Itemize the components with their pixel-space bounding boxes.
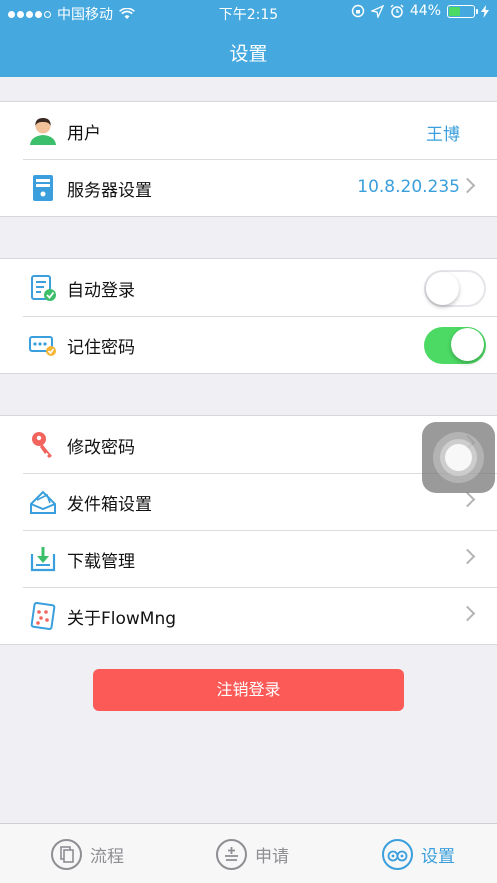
- account-group: 用户 王博 服务器设置 10.8.20.235: [0, 101, 497, 217]
- tab-settings-label: 设置: [421, 846, 455, 867]
- chevron-right-icon: [459, 548, 476, 565]
- remember-password-label: 记住密码: [67, 338, 135, 358]
- chevron-right-icon: [459, 491, 476, 508]
- logout-button[interactable]: 注销登录: [93, 669, 404, 711]
- outbox-settings-label: 发件箱设置: [67, 495, 152, 515]
- chevron-right-icon: [459, 177, 476, 194]
- outbox-icon: [30, 490, 56, 514]
- change-password-label: 修改密码: [67, 438, 135, 458]
- user-row[interactable]: 用户 王博: [0, 102, 497, 159]
- remember-password-row: 记住密码: [0, 316, 497, 373]
- tab-bar: 流程 申请 设置: [0, 823, 497, 883]
- download-manager-label: 下载管理: [67, 552, 135, 572]
- key-icon: [32, 432, 52, 458]
- login-options-group: 自动登录 记住密码: [0, 258, 497, 374]
- rotation-lock-icon: [351, 4, 365, 18]
- charging-bolt-icon: [481, 4, 489, 18]
- battery-percent: 44%: [409, 3, 441, 19]
- tab-apply[interactable]: 申请: [216, 824, 289, 883]
- about-app-icon: [30, 601, 56, 631]
- tab-apply-label: 申请: [255, 846, 289, 867]
- password-card-icon: [29, 336, 56, 356]
- settings-gears-icon: [382, 838, 413, 870]
- tab-settings[interactable]: 设置: [382, 824, 455, 883]
- server-icon: [33, 175, 53, 201]
- server-settings-label: 服务器设置: [67, 181, 152, 201]
- tab-flow-label: 流程: [90, 846, 124, 867]
- assistive-touch-button[interactable]: [422, 422, 495, 493]
- auto-login-label: 自动登录: [67, 281, 135, 301]
- location-arrow-icon: [370, 4, 384, 18]
- alarm-clock-icon: [390, 4, 404, 18]
- download-manager-row[interactable]: 下载管理: [0, 530, 497, 587]
- tab-flow[interactable]: 流程: [51, 824, 124, 883]
- auto-login-icon: [31, 275, 56, 301]
- server-settings-row[interactable]: 服务器设置 10.8.20.235: [0, 159, 497, 216]
- download-icon: [30, 547, 56, 572]
- nav-header: 中国移动 下午2:15 44% 设置: [0, 0, 497, 77]
- about-app-row[interactable]: 关于FlowMng: [0, 587, 497, 644]
- apply-add-icon: [216, 838, 247, 870]
- flow-document-icon: [51, 838, 82, 870]
- auto-login-row: 自动登录: [0, 259, 497, 316]
- server-address-value: 10.8.20.235: [357, 177, 460, 197]
- user-label: 用户: [67, 124, 101, 144]
- chevron-right-icon: [459, 605, 476, 622]
- user-avatar-icon: [30, 118, 56, 145]
- battery-icon: [447, 4, 478, 18]
- remember-password-toggle[interactable]: [424, 327, 486, 364]
- user-value: 王博: [426, 125, 460, 145]
- auto-login-toggle[interactable]: [424, 270, 486, 307]
- page-title: 设置: [229, 43, 268, 65]
- about-app-label: 关于FlowMng: [67, 609, 177, 629]
- status-bar: 中国移动 下午2:15 44%: [0, 0, 497, 26]
